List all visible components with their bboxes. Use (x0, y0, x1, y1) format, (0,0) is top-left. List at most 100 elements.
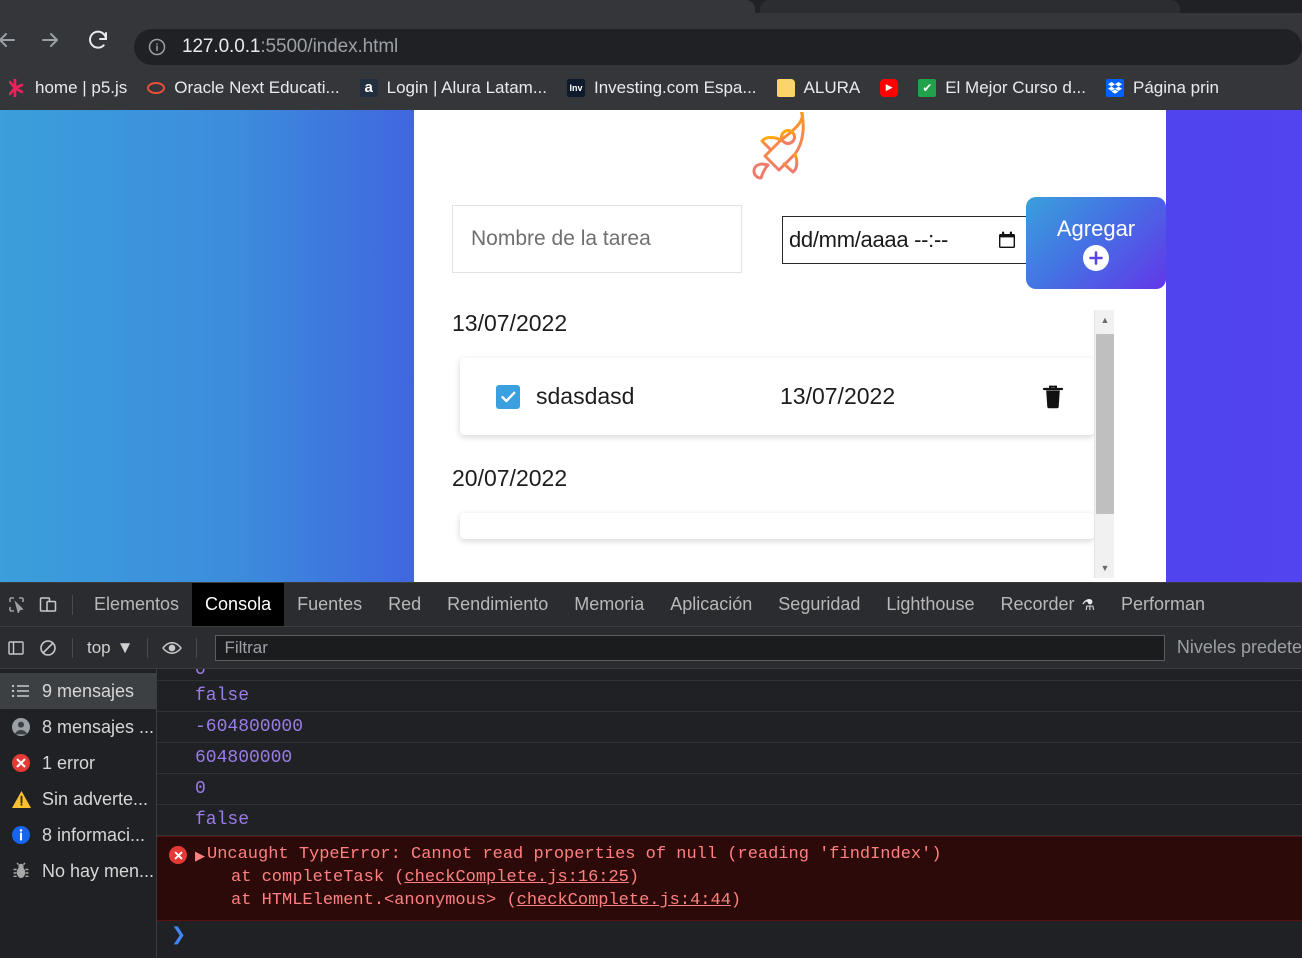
bookmark-dropbox[interactable]: Página prin (1098, 73, 1227, 103)
sidebar-item-verbose[interactable]: No hay men... (0, 853, 156, 889)
user-icon (10, 716, 32, 738)
source-link[interactable]: checkComplete.js:4:44 (517, 891, 731, 910)
stack-prefix: at HTMLElement.<anonymous> ( (231, 891, 517, 910)
triangle-down-icon[interactable]: ▼ (1095, 558, 1115, 578)
device-toolbar-icon[interactable] (32, 590, 64, 620)
prompt-caret-icon: ❯ (171, 926, 187, 946)
sidebar-item-user-messages[interactable]: 8 mensajes ... (0, 709, 156, 745)
tab-red[interactable]: Red (375, 583, 434, 626)
sidebar-item-all-messages[interactable]: 9 mensajes (0, 673, 156, 709)
bookmark-alura-login[interactable]: a Login | Alura Latam... (352, 73, 555, 103)
console-sidebar-icon[interactable] (0, 633, 32, 663)
tab-performance[interactable]: Performan (1108, 583, 1218, 626)
add-button-label: Agregar (1056, 215, 1136, 241)
bookmark-youtube[interactable]: ▶ (872, 73, 906, 103)
error-badge-icon (169, 846, 187, 864)
bookmarks-bar: home | p5.js Oracle Next Educati... a Lo… (0, 65, 1302, 110)
sidebar-item-label: 8 mensajes ... (42, 716, 155, 737)
screen: 127.0.0.1:5500/index.html home | p5.js O… (0, 0, 1302, 958)
dropbox-icon (1105, 78, 1124, 97)
rocket-icon (751, 110, 829, 184)
console-log-row[interactable]: 604800000 (157, 743, 1302, 774)
tab-recorder[interactable]: Recorder ⚗ (987, 583, 1107, 626)
tab-label: Rendimiento (447, 594, 549, 614)
tab-label: Memoria (574, 594, 645, 614)
address-bar[interactable]: 127.0.0.1:5500/index.html (134, 29, 1302, 65)
app-container: dd/mm/aaaa --:-- Agregar 13/07/2022 (414, 110, 1166, 582)
context-label: top (87, 637, 111, 657)
bookmark-oracle[interactable]: Oracle Next Educati... (139, 73, 347, 103)
console-levels-dropdown[interactable]: Niveles predete (1177, 637, 1302, 658)
bookmark-label: home | p5.js (35, 77, 128, 97)
arrow-right-icon[interactable] (37, 27, 63, 53)
console-log-row[interactable]: 0 (157, 774, 1302, 805)
check-glyph: ✔ (922, 80, 933, 95)
investing-icon: Inv (567, 78, 585, 97)
console-error-entry[interactable]: ▶ Uncaught TypeError: Cannot read proper… (157, 836, 1302, 921)
reload-icon[interactable] (85, 27, 111, 53)
source-link[interactable]: checkComplete.js:16:25 (404, 868, 628, 887)
youtube-glyph: ▶ (885, 82, 893, 92)
task-row[interactable] (460, 513, 1094, 539)
tab-label: Aplicación (670, 594, 753, 614)
tab-fuentes[interactable]: Fuentes (284, 583, 375, 626)
bookmark-label: ALURA (803, 77, 861, 97)
tab-label: Performan (1120, 594, 1205, 614)
sidebar-item-errors[interactable]: 1 error (0, 745, 156, 781)
scrollbar-thumb[interactable] (1096, 334, 1114, 514)
tab-aplicacion[interactable]: Aplicación (657, 583, 765, 626)
console-context-selector[interactable]: top ▼ (81, 638, 139, 658)
console-log-row[interactable]: 0 (157, 669, 1302, 681)
console-log-row[interactable]: false (157, 681, 1302, 712)
bookmark-p5js[interactable]: home | p5.js (0, 73, 135, 103)
console-filter-input[interactable] (215, 634, 1165, 661)
bookmark-investing[interactable]: Inv Investing.com Espa... (559, 73, 765, 103)
task-date-input[interactable]: dd/mm/aaaa --:-- (782, 216, 1027, 264)
console-prompt[interactable]: ❯ (157, 921, 1302, 949)
tab-lighthouse[interactable]: Lighthouse (873, 583, 987, 626)
tab-seguridad[interactable]: Seguridad (765, 583, 873, 626)
oracle-icon (147, 79, 166, 97)
sidebar-item-warnings[interactable]: Sin adverte... (0, 781, 156, 817)
chevron-down-icon: ▼ (116, 637, 134, 657)
tab-label: Recorder (1000, 594, 1075, 614)
stack-prefix: at completeTask ( (231, 868, 405, 887)
sidebar-item-info[interactable]: 8 informaci... (0, 817, 156, 853)
triangle-up-icon[interactable]: ▲ (1095, 310, 1115, 330)
browser-tab-secondary[interactable] (760, 0, 1180, 13)
inspect-element-icon[interactable] (0, 590, 32, 620)
console-log-row[interactable]: -604800000 (157, 712, 1302, 743)
task-date-label: 13/07/2022 (780, 383, 896, 409)
info-circle-icon[interactable] (146, 36, 168, 58)
task-date-placeholder: dd/mm/aaaa --:-- (789, 227, 949, 252)
trash-icon[interactable] (1042, 384, 1064, 410)
live-expression-icon[interactable] (156, 633, 188, 663)
console-log-row[interactable]: false (157, 805, 1302, 836)
bookmark-mejor-curso[interactable]: ✔ El Mejor Curso d... (910, 73, 1094, 103)
console-output[interactable]: 0 false -604800000 604800000 0 false ▶ U… (157, 669, 1302, 958)
bookmark-label: Login | Alura Latam... (386, 77, 547, 97)
tab-rendimiento[interactable]: Rendimiento (434, 583, 561, 626)
divider (196, 637, 198, 658)
bookmark-label: Oracle Next Educati... (174, 77, 340, 97)
bookmark-folder-alura[interactable]: ALURA (769, 73, 869, 103)
task-name-input[interactable] (452, 205, 742, 273)
stack-suffix: ) (730, 891, 742, 910)
tab-consola[interactable]: Consola (192, 583, 285, 626)
triangle-right-icon[interactable]: ▶ (195, 845, 205, 868)
tab-memoria[interactable]: Memoria (561, 583, 657, 626)
add-task-button[interactable]: Agregar (1026, 197, 1166, 289)
sidebar-item-label: No hay men... (42, 860, 155, 881)
arrow-left-icon[interactable] (0, 27, 20, 53)
task-list-scrollbar[interactable]: ▲ ▼ (1094, 310, 1114, 578)
tab-elementos[interactable]: Elementos (81, 583, 192, 626)
task-checkbox[interactable] (496, 384, 520, 409)
browser-tab-active[interactable] (0, 0, 755, 13)
calendar-icon[interactable] (997, 230, 1017, 250)
clear-console-icon[interactable] (32, 633, 64, 663)
bookmark-label: Página prin (1132, 77, 1219, 97)
task-row[interactable]: sdasdasd 13/07/2022 (460, 358, 1094, 435)
tab-label: Fuentes (297, 594, 363, 614)
divider (147, 637, 149, 658)
flask-icon: ⚗ (1081, 596, 1095, 614)
